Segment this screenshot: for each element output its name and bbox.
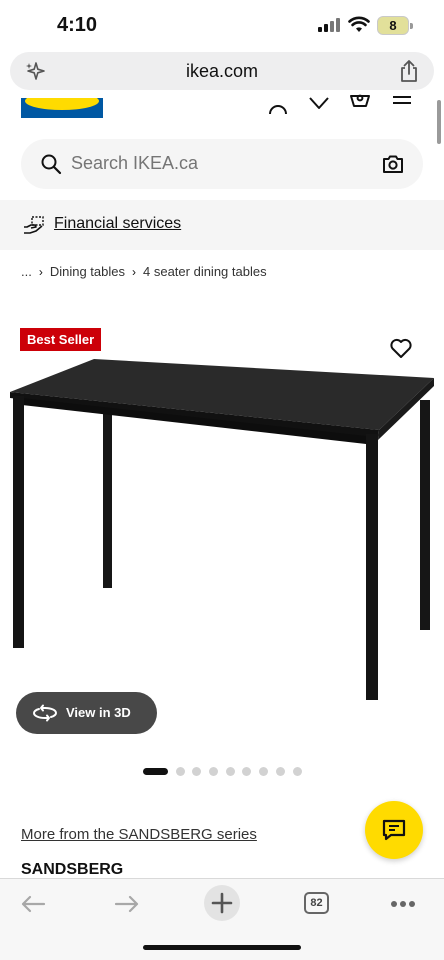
carousel-dot[interactable] [259,766,269,776]
scrollbar[interactable] [437,100,441,144]
user-icon[interactable] [266,94,290,116]
carousel-dot[interactable] [143,767,168,775]
forward-button[interactable] [109,887,145,921]
menu-icon[interactable] [390,94,414,116]
heart-icon[interactable] [307,94,331,116]
financial-services-banner[interactable]: Financial services [0,200,444,250]
basket-icon[interactable] [348,94,372,116]
breadcrumb-item-4-seater[interactable]: 4 seater dining tables [143,264,267,279]
back-button[interactable] [15,887,51,921]
search-box[interactable] [21,139,423,189]
best-seller-badge: Best Seller [20,328,102,351]
breadcrumb: ... › Dining tables › 4 seater dining ta… [21,264,267,279]
more-button[interactable] [385,887,421,921]
carousel-dot[interactable] [292,766,302,776]
more-dots-icon [391,901,415,907]
carousel-dot[interactable] [242,766,252,776]
series-link[interactable]: More from the SANDSBERG series [21,826,257,843]
financial-services-link[interactable]: Financial services [54,215,181,233]
product-name: SANDSBERG [21,861,124,878]
carousel-dot[interactable] [209,766,219,776]
tabs-button[interactable]: 82 [304,892,329,914]
product-image[interactable] [0,356,444,706]
breadcrumb-ellipsis[interactable]: ... [21,264,32,279]
view-in-3d-label: View in 3D [66,705,131,720]
image-carousel-indicator[interactable] [143,766,309,776]
arrow-right-icon [114,895,139,913]
view-in-3d-button[interactable]: View in 3D [16,692,157,734]
rotate-3d-icon [33,704,57,722]
breadcrumb-item-dining-tables[interactable]: Dining tables [50,264,125,279]
share-icon[interactable] [398,59,420,83]
carousel-dot[interactable] [175,766,185,776]
search-input[interactable] [71,153,371,174]
arrow-left-icon [21,895,46,913]
financial-services-icon [24,216,44,234]
cellular-signal-icon [318,18,340,32]
wifi-icon [348,16,370,32]
chevron-right-icon: › [38,264,43,279]
home-indicator [143,945,301,950]
carousel-dot[interactable] [225,766,235,776]
url-text[interactable]: ikea.com [10,61,434,82]
plus-icon [211,892,233,914]
camera-icon[interactable] [381,152,405,176]
chat-icon [382,819,406,841]
carousel-dot[interactable] [192,766,202,776]
new-tab-button[interactable] [204,885,240,921]
battery-indicator: 8 [377,16,413,35]
status-time: 4:10 [57,14,98,36]
carousel-dot[interactable] [275,766,285,776]
chat-button[interactable] [365,801,423,859]
ikea-logo[interactable] [21,98,103,118]
address-bar[interactable]: ikea.com [10,52,434,90]
status-bar: 4:10 8 [0,0,444,50]
chevron-right-icon: › [132,264,136,279]
search-icon [41,154,62,175]
